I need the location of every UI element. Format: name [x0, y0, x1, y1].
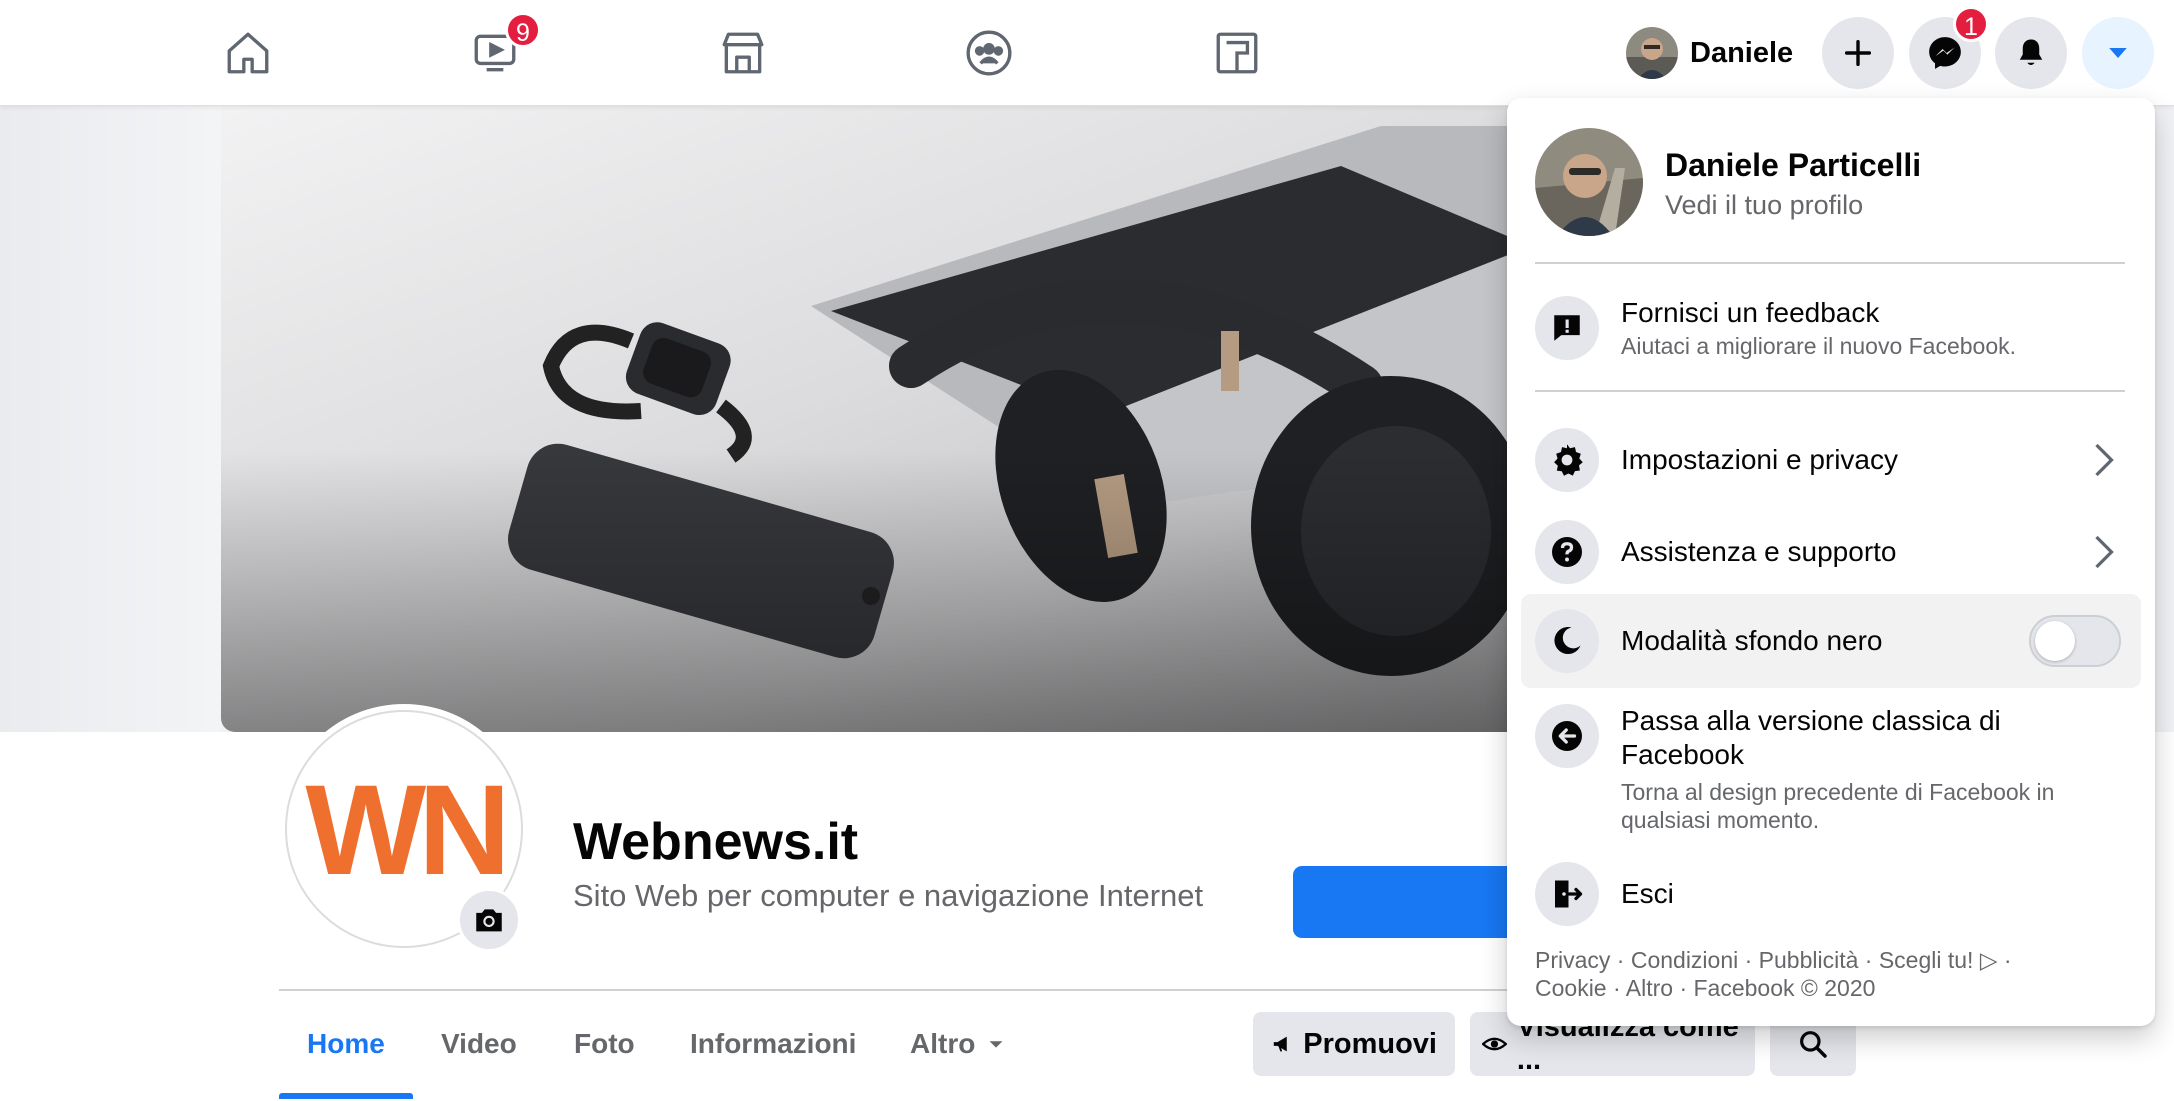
- chevron-down-icon: [989, 1041, 1003, 1048]
- account-dropdown-menu: Daniele Particelli Vedi il tuo profilo F…: [1507, 98, 2155, 1026]
- tab-info[interactable]: Informazioni: [690, 1028, 856, 1060]
- menu-item-help[interactable]: Assistenza e supporto: [1521, 512, 2141, 592]
- menu-item-feedback[interactable]: Fornisci un feedback Aiutaci a migliorar…: [1521, 288, 2141, 368]
- menu-item-dark-mode-label: Modalità sfondo nero: [1621, 625, 1883, 656]
- gaming-icon[interactable]: [1210, 26, 1264, 80]
- menu-item-dark-mode[interactable]: Modalità sfondo nero: [1521, 594, 2141, 688]
- bell-icon: [2019, 39, 2043, 65]
- tab-more-label: Altro: [910, 1028, 976, 1059]
- menu-profile-name: Daniele Particelli: [1665, 147, 1922, 183]
- messenger-notification-badge: 1: [1953, 6, 1989, 42]
- create-button[interactable]: [1822, 17, 1894, 89]
- chevron-right-icon: [2095, 535, 2114, 569]
- toggle-knob: [2035, 621, 2075, 661]
- tab-home[interactable]: Home: [307, 1028, 385, 1060]
- marketplace-icon[interactable]: [716, 26, 770, 80]
- notifications-button[interactable]: [1995, 17, 2067, 89]
- camera-icon: [476, 909, 502, 932]
- help-icon: [1535, 520, 1599, 584]
- footer-line-2[interactable]: Cookie · Altro · Facebook © 2020: [1535, 974, 2135, 1002]
- promote-label: Promuovi: [1303, 1027, 1437, 1060]
- cover-image: [221, 106, 1581, 732]
- home-icon[interactable]: [221, 26, 275, 80]
- tab-photos[interactable]: Foto: [574, 1028, 635, 1060]
- account-menu-button[interactable]: [2082, 17, 2154, 89]
- logout-icon: [1535, 862, 1599, 926]
- menu-item-settings[interactable]: Impostazioni e privacy: [1521, 420, 2141, 500]
- tab-more[interactable]: Altro: [910, 1028, 1007, 1060]
- search-icon: [1800, 1031, 1827, 1058]
- watch-notification-badge: 9: [505, 12, 541, 48]
- page-title: Webnews.it: [573, 813, 859, 871]
- promote-button[interactable]: Promuovi: [1253, 1012, 1455, 1076]
- menu-profile-link[interactable]: Daniele Particelli Vedi il tuo profilo: [1535, 128, 1921, 236]
- menu-item-logout-label: Esci: [1621, 878, 1674, 909]
- menu-item-feedback-title: Fornisci un feedback: [1621, 297, 1880, 328]
- menu-divider: [1535, 390, 2125, 392]
- menu-item-help-label: Assistenza e supporto: [1621, 536, 1897, 567]
- gear-icon: [1535, 428, 1599, 492]
- groups-icon[interactable]: [962, 26, 1016, 80]
- menu-divider: [1535, 262, 2125, 264]
- moon-icon: [1535, 609, 1599, 673]
- footer-line-1[interactable]: Privacy · Condizioni · Pubblicità · Sceg…: [1535, 946, 2135, 974]
- feedback-icon: [1535, 296, 1599, 360]
- menu-item-classic-sub: Torna al design precedente di Facebook i…: [1621, 779, 2055, 833]
- menu-profile-sub: Vedi il tuo profilo: [1665, 190, 1864, 220]
- menu-item-logout[interactable]: Esci: [1521, 854, 2141, 934]
- profile-shortcut-name: Daniele: [1690, 36, 1794, 69]
- megaphone-icon: [1273, 1036, 1287, 1052]
- avatar: [1626, 27, 1678, 79]
- top-navigation-bar: 9 Daniele 1: [0, 0, 2174, 106]
- cover-photo[interactable]: [221, 106, 1581, 732]
- eye-icon: [1482, 1037, 1507, 1051]
- caret-down-icon: [2109, 48, 2127, 58]
- menu-item-settings-label: Impostazioni e privacy: [1621, 444, 1899, 475]
- arrow-left-circle-icon: [1535, 704, 1599, 768]
- plus-icon: [1844, 39, 1872, 67]
- active-tab-indicator: [279, 1093, 413, 1099]
- tab-video[interactable]: Video: [441, 1028, 517, 1060]
- menu-item-classic[interactable]: Passa alla versione classica di Facebook…: [1521, 696, 2141, 842]
- logo-text: WN: [305, 769, 502, 889]
- avatar: [1535, 128, 1643, 236]
- webnews-logo: WN: [305, 769, 504, 889]
- menu-item-feedback-sub: Aiutaci a migliorare il nuovo Facebook.: [1621, 333, 2017, 359]
- messenger-icon: [1929, 37, 1961, 69]
- menu-footer-links[interactable]: Privacy · Condizioni · Pubblicità · Sceg…: [1535, 946, 2135, 1002]
- menu-item-classic-title: Passa alla versione classica di Facebook: [1621, 705, 2001, 770]
- update-photo-button[interactable]: [457, 888, 521, 952]
- chevron-right-icon: [2095, 443, 2114, 477]
- page-category: Sito Web per computer e navigazione Inte…: [573, 878, 1204, 913]
- dark-mode-toggle[interactable]: [2029, 615, 2121, 667]
- profile-shortcut[interactable]: Daniele: [1620, 22, 1801, 84]
